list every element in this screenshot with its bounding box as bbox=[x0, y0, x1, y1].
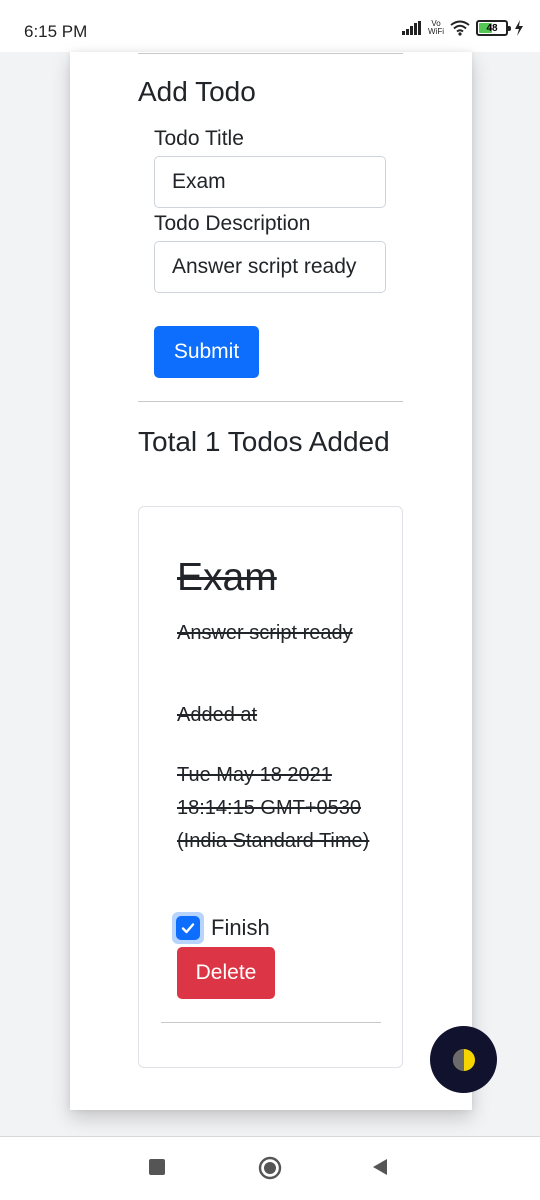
battery-level: 48 bbox=[486, 22, 498, 34]
delete-button[interactable]: Delete bbox=[177, 947, 275, 999]
todo-title: Exam bbox=[177, 556, 277, 599]
signal-icon bbox=[402, 21, 421, 35]
todo-description-input[interactable] bbox=[154, 241, 386, 293]
check-icon bbox=[176, 916, 200, 940]
todos-count-heading: Total 1 Todos Added bbox=[138, 426, 390, 457]
todo-date: Tue May 18 2021 18:14:15 GMT+0530 (India… bbox=[177, 764, 370, 852]
theme-toggle-button[interactable] bbox=[430, 1026, 497, 1093]
status-bar: 6:15 PM Vo WiFi 48 bbox=[0, 0, 540, 52]
wifi-icon bbox=[450, 20, 470, 36]
card-divider bbox=[161, 1022, 381, 1023]
finish-label[interactable]: Finish bbox=[211, 915, 270, 941]
vowifi-icon: Vo WiFi bbox=[428, 19, 444, 36]
form-divider bbox=[138, 401, 403, 402]
status-time: 6:15 PM bbox=[24, 22, 88, 41]
submit-button[interactable]: Submit bbox=[154, 326, 259, 378]
todo-title-label: Todo Title bbox=[154, 127, 244, 150]
recent-apps-square-icon[interactable] bbox=[149, 1159, 165, 1175]
finish-checkbox[interactable] bbox=[172, 912, 204, 944]
charging-icon bbox=[515, 20, 523, 36]
add-todo-heading: Add Todo bbox=[138, 76, 256, 107]
back-triangle-icon[interactable] bbox=[371, 1158, 389, 1176]
half-moon-icon bbox=[452, 1048, 475, 1071]
todo-added-at-label: Added at bbox=[177, 704, 258, 726]
top-divider bbox=[138, 53, 403, 54]
battery-icon: 48 bbox=[476, 20, 511, 36]
status-icons: Vo WiFi 48 bbox=[402, 20, 524, 36]
todo-title-input[interactable] bbox=[154, 156, 386, 208]
todo-description: Answer script ready bbox=[177, 622, 353, 644]
todo-description-label: Todo Description bbox=[154, 212, 311, 235]
home-circle-icon[interactable] bbox=[258, 1156, 282, 1180]
